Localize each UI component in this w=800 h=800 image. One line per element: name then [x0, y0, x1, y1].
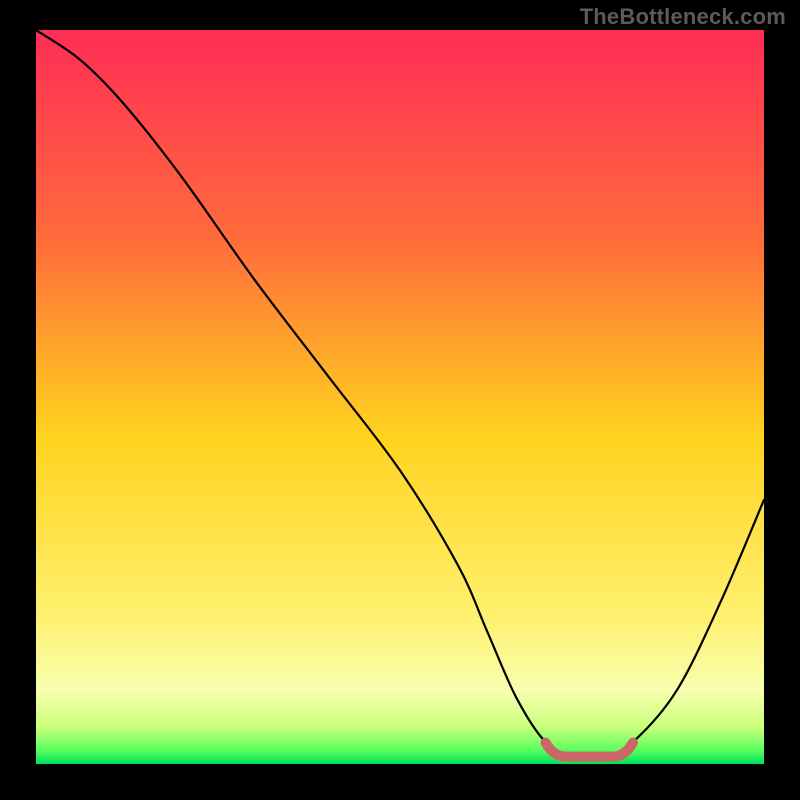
watermark-text: TheBottleneck.com [580, 4, 786, 30]
chart-frame: TheBottleneck.com [0, 0, 800, 800]
bottleneck-plot [36, 30, 764, 764]
gradient-background [36, 30, 764, 764]
